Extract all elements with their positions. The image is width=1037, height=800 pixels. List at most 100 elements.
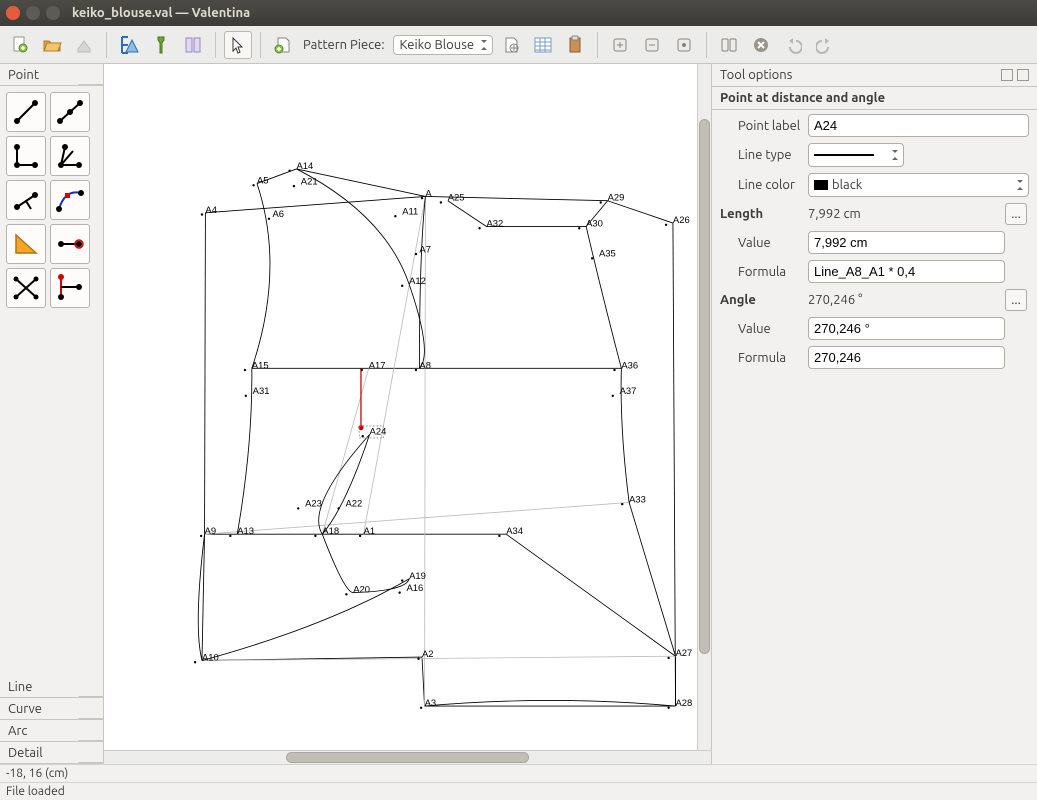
- length-display: 7,992 cm: [808, 207, 1005, 221]
- main-toolbar: Pattern Piece: Keiko Blouse: [0, 26, 1037, 64]
- tool-axis-point[interactable]: [50, 268, 90, 308]
- tool-segment[interactable]: [6, 92, 46, 132]
- vertical-scrollbar[interactable]: [697, 64, 711, 750]
- label-angle-value: Value: [720, 322, 808, 336]
- svg-text:A31: A31: [253, 386, 270, 397]
- layout-button[interactable]: [179, 31, 207, 59]
- close-icon[interactable]: [6, 6, 20, 20]
- pattern-piece-label: Pattern Piece:: [303, 38, 385, 52]
- svg-text:A6: A6: [272, 209, 284, 220]
- label-length-value: Value: [720, 236, 808, 250]
- svg-text:A33: A33: [629, 494, 646, 505]
- zoom-out-button[interactable]: [638, 31, 666, 59]
- svg-text:A19: A19: [409, 571, 426, 582]
- add-piece-button[interactable]: [269, 31, 297, 59]
- piece-config-button[interactable]: [497, 31, 525, 59]
- new-file-button[interactable]: [6, 31, 34, 59]
- label-angle: Angle: [720, 293, 808, 307]
- svg-text:A4: A4: [205, 205, 217, 216]
- table-button[interactable]: [529, 31, 557, 59]
- status-coords: -18, 16 (cm): [0, 764, 1037, 782]
- label-line-type: Line type: [720, 148, 808, 162]
- stop-button[interactable]: [747, 31, 775, 59]
- undo-button[interactable]: [779, 31, 807, 59]
- svg-text:A36: A36: [621, 360, 638, 371]
- clipboard-button[interactable]: [561, 31, 589, 59]
- open-file-button[interactable]: [38, 31, 66, 59]
- label-angle-formula: Formula: [720, 351, 808, 365]
- line-type-combo[interactable]: [808, 143, 904, 167]
- pointer-tool-button[interactable]: [224, 31, 252, 59]
- svg-text:A35: A35: [599, 249, 616, 260]
- tab-point[interactable]: Point: [0, 64, 103, 86]
- length-formula-input[interactable]: [808, 260, 1005, 283]
- svg-text:A25: A25: [448, 193, 465, 204]
- line-color-combo[interactable]: black: [808, 173, 1029, 197]
- svg-text:A2: A2: [422, 649, 434, 660]
- zoom-original-button[interactable]: [715, 31, 743, 59]
- svg-text:A18: A18: [322, 526, 339, 537]
- minimize-icon[interactable]: [26, 6, 40, 20]
- window-titlebar: keiko_blouse.val — Valentina: [0, 0, 1037, 26]
- svg-text:A28: A28: [676, 698, 693, 709]
- tool-line-point[interactable]: [50, 224, 90, 264]
- tool-options-panel: Tool options Point at distance and angle…: [711, 64, 1037, 764]
- drawing-canvas[interactable]: AA1A2A3A4A5A6A7A8A9A10A11A12A13A14A15A16…: [104, 64, 697, 750]
- tool-perpendicular[interactable]: [6, 180, 46, 220]
- close-panel-icon[interactable]: [1017, 69, 1029, 81]
- svg-text:A1: A1: [364, 526, 376, 537]
- zoom-fit-button[interactable]: [670, 31, 698, 59]
- body-button[interactable]: [147, 31, 175, 59]
- svg-text:A9: A9: [205, 526, 217, 537]
- label-line-color: Line color: [720, 178, 808, 192]
- label-length-formula: Formula: [720, 265, 808, 279]
- svg-text:A30: A30: [586, 219, 603, 230]
- tab-detail[interactable]: Detail: [0, 742, 103, 764]
- measurements-button[interactable]: [115, 31, 143, 59]
- svg-text:A11: A11: [402, 206, 418, 217]
- svg-text:A8: A8: [419, 360, 431, 371]
- length-edit-button[interactable]: ...: [1005, 203, 1027, 225]
- status-message: File loaded: [0, 782, 1037, 800]
- label-point-label: Point label: [720, 119, 808, 133]
- tab-curve[interactable]: Curve: [0, 698, 103, 720]
- tool-intersect[interactable]: [6, 268, 46, 308]
- tool-triangle[interactable]: [6, 224, 46, 264]
- angle-formula-input[interactable]: [808, 346, 1005, 369]
- svg-text:A27: A27: [676, 648, 693, 659]
- svg-text:A22: A22: [345, 499, 362, 510]
- svg-text:A17: A17: [369, 360, 386, 371]
- length-value-input[interactable]: [808, 231, 1005, 254]
- angle-edit-button[interactable]: ...: [1005, 289, 1027, 311]
- tool-angle[interactable]: [6, 136, 46, 176]
- panel-header: Tool options: [712, 64, 1037, 87]
- tool-curve-point[interactable]: [50, 180, 90, 220]
- svg-text:A3: A3: [425, 698, 437, 709]
- tool-midpoint[interactable]: [50, 92, 90, 132]
- svg-text:A16: A16: [407, 583, 424, 594]
- redo-button[interactable]: [811, 31, 839, 59]
- window-title: keiko_blouse.val — Valentina: [72, 6, 250, 20]
- svg-text:A26: A26: [673, 215, 690, 226]
- angle-display: 270,246 °: [808, 293, 1005, 307]
- zoom-in-button[interactable]: [606, 31, 634, 59]
- horizontal-scrollbar[interactable]: [104, 750, 711, 764]
- tab-line[interactable]: Line: [0, 676, 103, 698]
- tool-bisector[interactable]: [50, 136, 90, 176]
- tab-arc[interactable]: Arc: [0, 720, 103, 742]
- svg-text:A: A: [425, 188, 432, 199]
- angle-value-input[interactable]: [808, 317, 1005, 340]
- pattern-piece-combo[interactable]: Keiko Blouse: [393, 35, 493, 55]
- svg-text:A29: A29: [608, 193, 625, 204]
- svg-text:A15: A15: [252, 360, 269, 371]
- svg-text:A10: A10: [202, 653, 219, 664]
- canvas-area: AA1A2A3A4A5A6A7A8A9A10A11A12A13A14A15A16…: [104, 64, 711, 764]
- point-label-input[interactable]: [808, 114, 1029, 137]
- label-length: Length: [720, 207, 808, 221]
- svg-text:A7: A7: [419, 244, 431, 255]
- save-file-button[interactable]: [70, 31, 98, 59]
- svg-text:A13: A13: [237, 526, 254, 537]
- detach-icon[interactable]: [1001, 69, 1013, 81]
- maximize-icon[interactable]: [46, 6, 60, 20]
- svg-text:A32: A32: [486, 219, 503, 230]
